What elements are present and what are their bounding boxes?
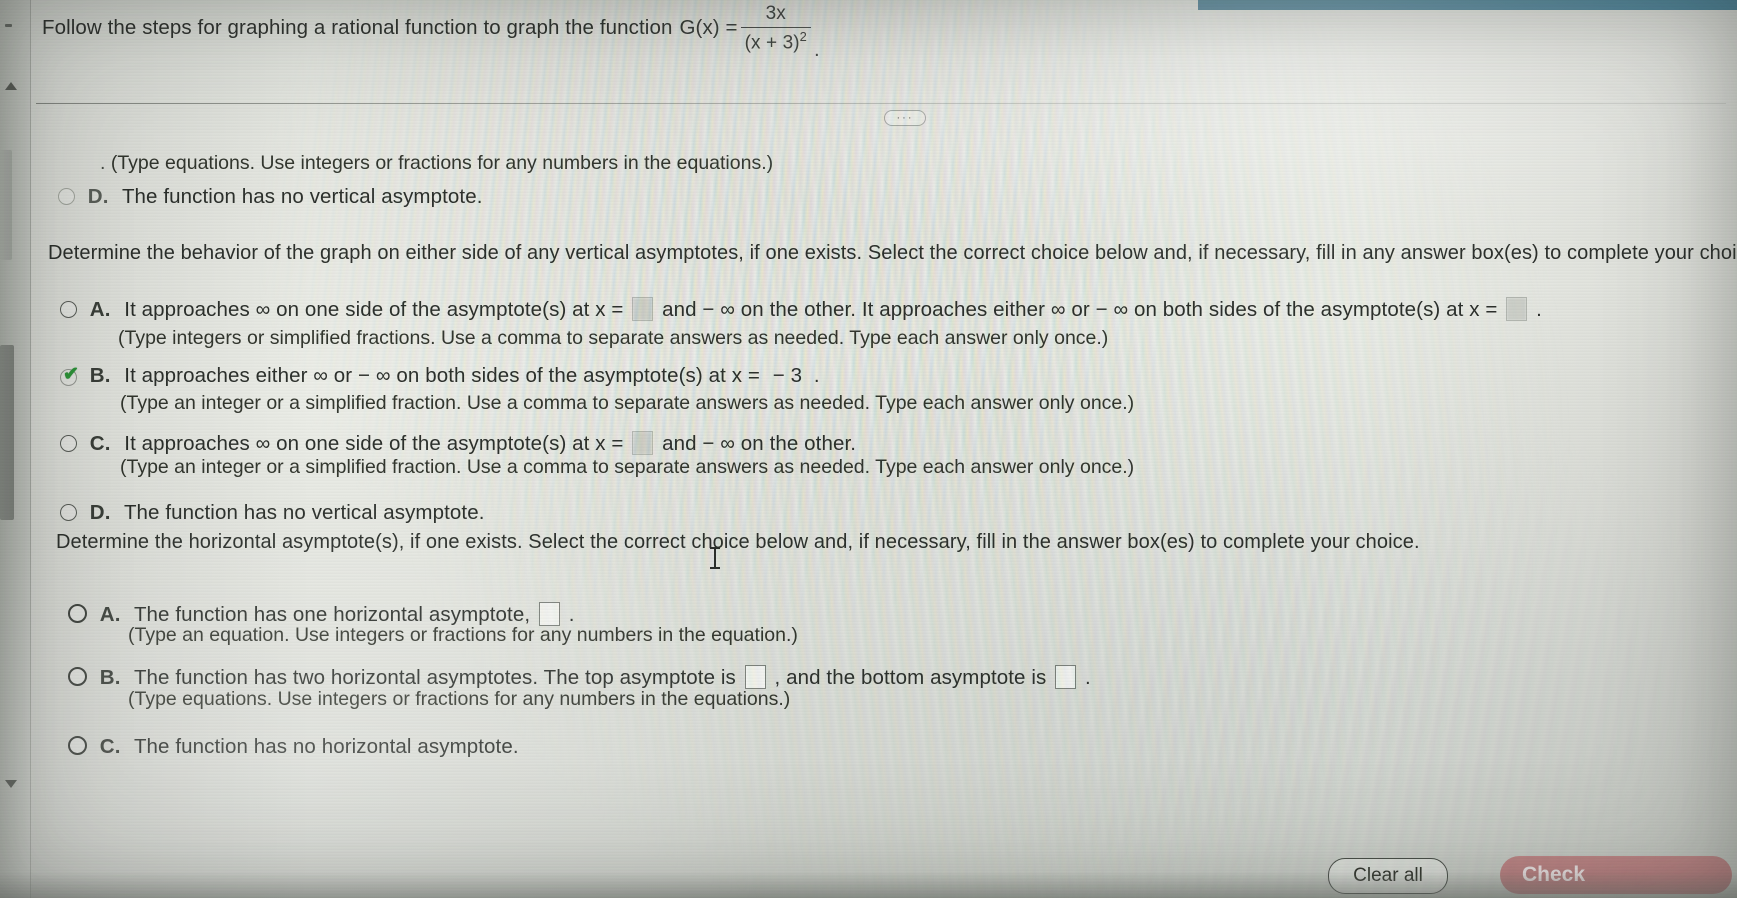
behavior-option-b[interactable]: ✔ B. It approaches either ∞ or − ∞ on bo…	[60, 364, 820, 388]
behavior-option-c-hint: (Type an integer or a simplified fractio…	[120, 456, 1135, 478]
screen-photo: Follow the steps for graphing a rational…	[0, 0, 1737, 898]
radio-horizontal-option-a[interactable]	[68, 604, 87, 623]
option-letter: C.	[89, 432, 111, 455]
option-letter: B.	[89, 364, 111, 387]
answer-box-c1[interactable]	[632, 431, 654, 455]
fraction-denominator: (x + 3)2	[744, 29, 807, 54]
option-text-part1: The function has one horizontal asymptot…	[133, 603, 531, 626]
checkmark-icon: ✔	[63, 364, 80, 385]
option-text: The function has no vertical asymptote.	[123, 501, 485, 524]
prompt-text: Follow the steps for graphing a rational…	[42, 16, 673, 39]
horizontal-option-b-hint: (Type equations. Use integers or fractio…	[128, 688, 791, 710]
option-letter: A.	[89, 298, 111, 321]
radio-previous-option-d[interactable]	[58, 188, 75, 205]
horizontal-option-b[interactable]: B. The function has two horizontal asymp…	[68, 665, 1091, 690]
answer-value-b[interactable]: − 3	[773, 364, 802, 387]
section-divider	[36, 103, 1726, 104]
text-cursor-icon	[710, 547, 720, 569]
fraction-numerator: 3x	[765, 3, 786, 24]
behavior-option-d[interactable]: D. The function has no vertical asymptot…	[60, 501, 485, 525]
option-text-part3: .	[1084, 666, 1091, 689]
behavior-option-a-hint: (Type integers or simplified fractions. …	[118, 327, 1109, 349]
previous-part-hint: . (Type equations. Use integers or fract…	[100, 152, 774, 174]
option-letter: B.	[99, 666, 121, 689]
answer-box-a1[interactable]	[632, 297, 654, 321]
radio-behavior-option-d[interactable]	[60, 504, 77, 521]
option-letter: C.	[99, 735, 121, 758]
answer-box-h-b1[interactable]	[744, 665, 766, 689]
horizontal-option-a-hint: (Type an equation. Use integers or fract…	[128, 624, 798, 646]
option-text-part1: It approaches either ∞ or − ∞ on both si…	[124, 364, 760, 387]
more-options-button[interactable]: ···	[884, 110, 926, 126]
question-content: Follow the steps for graphing a rational…	[0, 0, 1737, 898]
option-text: The function has no horizontal asymptote…	[133, 735, 519, 758]
radio-behavior-option-a[interactable]	[60, 301, 77, 318]
bottom-shadow	[0, 872, 1737, 898]
behavior-option-c[interactable]: C. It approaches ∞ on one side of the as…	[60, 431, 856, 456]
radio-behavior-option-c[interactable]	[60, 435, 77, 452]
radio-horizontal-option-c[interactable]	[68, 736, 87, 755]
prompt-period: .	[813, 37, 820, 61]
option-letter: A.	[99, 603, 121, 626]
top-app-bar	[1198, 0, 1737, 10]
behavior-option-a[interactable]: A. It approaches ∞ on one side of the as…	[60, 297, 1542, 322]
option-text-part1: The function has two horizontal asymptot…	[133, 666, 736, 689]
function-label: G(x) =	[679, 16, 738, 39]
radio-horizontal-option-b[interactable]	[68, 667, 87, 686]
option-text-part2: .	[568, 603, 575, 626]
horizontal-option-c[interactable]: C. The function has no horizontal asympt…	[68, 735, 519, 759]
option-text-part3: .	[1536, 298, 1542, 321]
previous-option-d[interactable]: D. The function has no vertical asymptot…	[58, 185, 483, 209]
option-text-part2: and − ∞ on the other.	[662, 432, 857, 455]
answer-box-h-b2[interactable]	[1055, 665, 1077, 689]
question-prompt: Follow the steps for graphing a rational…	[42, 3, 820, 66]
option-text-part2: and − ∞ on the other. It approaches eith…	[662, 298, 1498, 321]
option-text-part2: , and the bottom asymptote is	[774, 666, 1047, 689]
option-text-part1: It approaches ∞ on one side of the asymp…	[124, 432, 624, 455]
option-letter: D.	[89, 501, 111, 524]
option-text: The function has no vertical asymptote.	[121, 185, 483, 208]
fraction-bar	[740, 26, 811, 29]
option-letter: D.	[87, 185, 109, 208]
denominator-exponent: 2	[799, 29, 807, 45]
horizontal-instruction: Determine the horizontal asymptote(s), i…	[56, 531, 1420, 553]
radio-behavior-option-b[interactable]: ✔	[60, 364, 80, 386]
behavior-instruction: Determine the behavior of the graph on e…	[48, 242, 1737, 264]
rational-fraction: 3x (x + 3)2	[740, 3, 811, 54]
behavior-option-b-hint: (Type an integer or a simplified fractio…	[120, 392, 1135, 414]
option-text-part1: It approaches ∞ on one side of the asymp…	[124, 298, 624, 321]
option-text-part3: .	[813, 364, 820, 387]
answer-box-h-a1[interactable]	[538, 602, 560, 626]
answer-box-a2[interactable]	[1506, 297, 1528, 321]
